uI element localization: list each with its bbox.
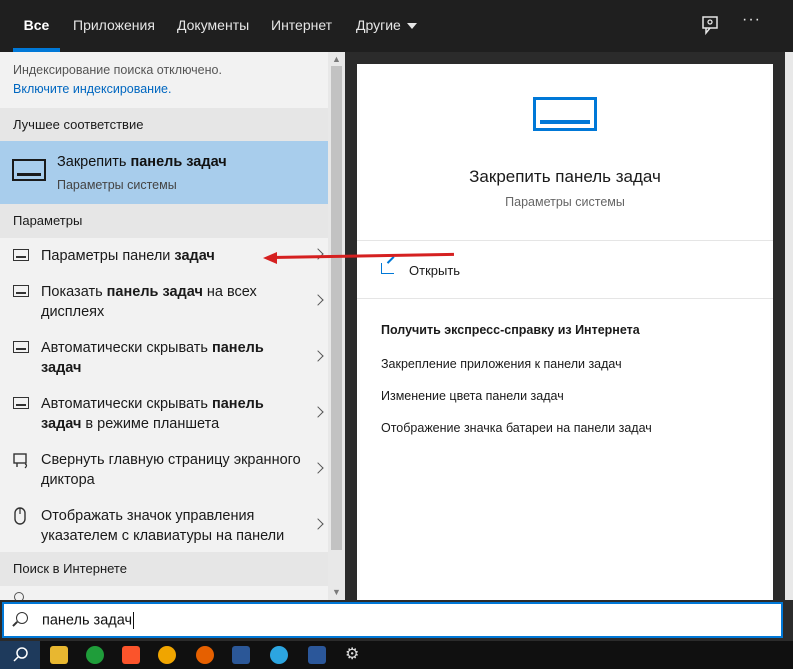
- result-label: Автоматически скрывать панель задач: [41, 340, 264, 376]
- app-window-icon[interactable]: [232, 646, 250, 664]
- preview-scrollbar[interactable]: [785, 52, 793, 600]
- tab-documents[interactable]: Документы: [177, 0, 249, 52]
- more-icon[interactable]: ···: [742, 11, 764, 33]
- taskbar-icon: [13, 341, 29, 353]
- search-icon: [16, 612, 28, 624]
- tab-more-label: Другие: [356, 17, 401, 33]
- app-icon[interactable]: [158, 646, 176, 664]
- mouse-icon: [14, 507, 26, 525]
- result-label: Свернуть главную страницу экранного дикт…: [41, 452, 301, 488]
- enable-indexing-link[interactable]: Включите индексирование.: [13, 82, 171, 96]
- divider: [357, 298, 773, 299]
- result-label: Отображать значок управления указателем …: [41, 508, 285, 544]
- taskbar-icon: [533, 97, 597, 131]
- taskbar-icon: [13, 249, 29, 261]
- torrent-icon[interactable]: [86, 646, 104, 664]
- settings-gear-icon[interactable]: ⚙: [345, 646, 363, 664]
- help-link-battery-icon[interactable]: Отображение значка батареи на панели зад…: [381, 421, 652, 435]
- firefox-icon[interactable]: [196, 646, 214, 664]
- open-button[interactable]: Открыть: [409, 263, 460, 278]
- search-input[interactable]: панель задач: [2, 602, 783, 638]
- best-match-title: Закрепить панель задач: [57, 154, 227, 170]
- tab-apps[interactable]: Приложения: [73, 0, 155, 52]
- result-label: Показать панель задач на всех дисплеях: [41, 284, 257, 320]
- search-query[interactable]: панель задач: [42, 612, 135, 629]
- web-search-header: Поиск в Интернете: [0, 552, 328, 586]
- file-explorer-icon[interactable]: [50, 646, 68, 664]
- help-link-pin-app[interactable]: Закрепление приложения к панели задач: [381, 357, 622, 371]
- scroll-thumb[interactable]: [331, 66, 342, 550]
- annotation-arrow-head: [263, 252, 277, 264]
- open-icon[interactable]: [381, 263, 394, 274]
- indexing-note: Индексирование поиска отключено.: [13, 63, 222, 77]
- chevron-down-icon: [406, 23, 417, 30]
- telegram-icon[interactable]: [270, 646, 288, 664]
- tab-all[interactable]: Все: [13, 0, 60, 52]
- feedback-icon[interactable]: [700, 14, 722, 36]
- text-cursor: [133, 612, 135, 629]
- taskbar-icon: [12, 159, 46, 181]
- best-match-header: Лучшее соответствие: [0, 108, 328, 142]
- settings-header: Параметры: [0, 204, 328, 238]
- result-label: Автоматически скрывать панель задач в ре…: [41, 396, 264, 432]
- preview-subtitle: Параметры системы: [505, 195, 625, 209]
- word-icon[interactable]: [308, 646, 326, 664]
- best-match-result[interactable]: Закрепить панель задач Параметры системы: [0, 141, 328, 205]
- result-label: Параметры панели задач: [41, 248, 215, 264]
- taskbar-icon: [13, 397, 29, 409]
- tab-more[interactable]: Другие: [356, 0, 417, 52]
- best-match-subtitle: Параметры системы: [57, 178, 177, 192]
- scroll-up-icon[interactable]: ▲: [331, 54, 342, 64]
- tab-web[interactable]: Интернет: [271, 0, 332, 52]
- search-icon: [14, 592, 24, 600]
- brave-browser-icon[interactable]: [122, 646, 140, 664]
- help-link-change-color[interactable]: Изменение цвета панели задач: [381, 389, 564, 403]
- divider: [357, 240, 773, 241]
- narrator-icon: [13, 453, 28, 469]
- preview-title: Закрепить панель задач: [469, 167, 661, 186]
- taskbar-search-button[interactable]: [0, 641, 40, 669]
- scroll-down-icon[interactable]: ▼: [331, 587, 342, 597]
- taskbar-icon: [13, 285, 29, 297]
- help-header: Получить экспресс-справку из Интернета: [381, 323, 640, 337]
- taskbar: [0, 641, 793, 669]
